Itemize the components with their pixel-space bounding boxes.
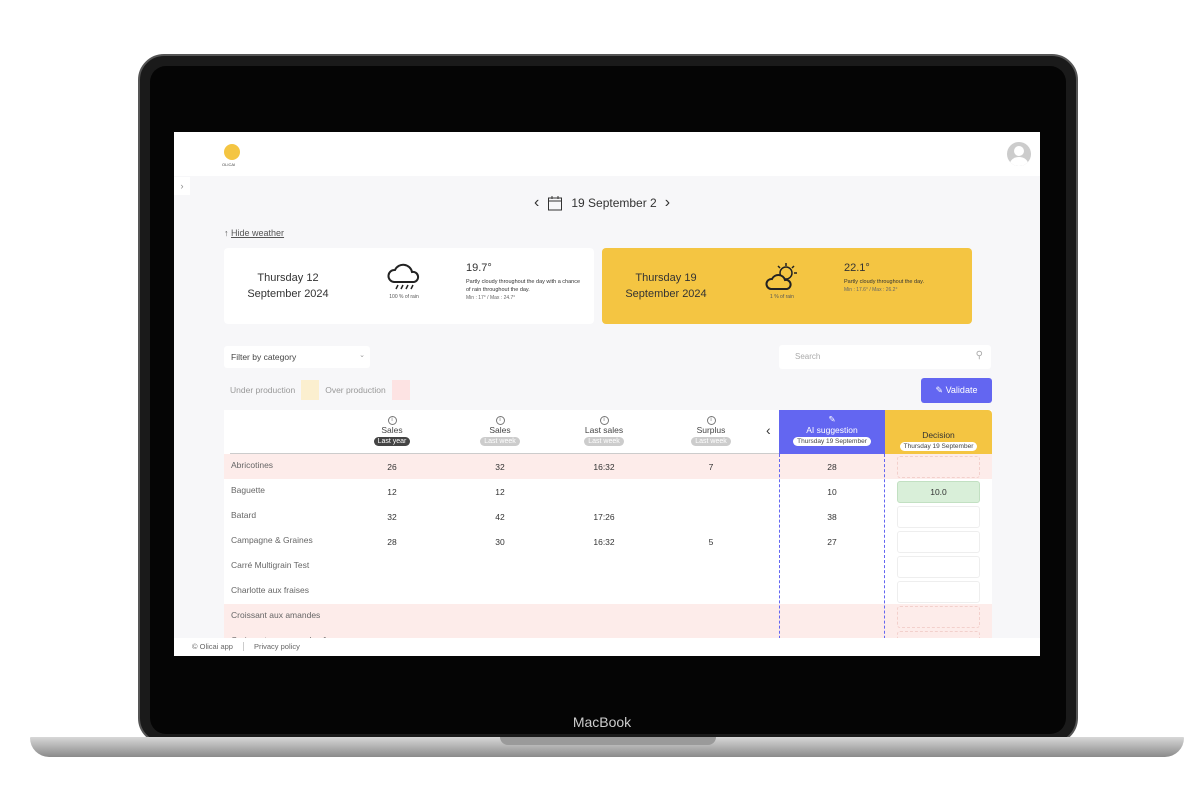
category-filter-select[interactable]: Filter by category ⌄ xyxy=(224,346,370,368)
privacy-policy-link[interactable]: Privacy policy xyxy=(242,642,300,651)
cell-value: 32 xyxy=(387,512,397,522)
decision-header: Decision Thursday 19 September xyxy=(885,410,992,454)
current-date[interactable]: 19 September 2 xyxy=(571,196,656,210)
date-navigator: ‹ 19 September 2 › xyxy=(534,194,670,212)
period-badge: Last week xyxy=(480,437,520,446)
footer: © Olicai app Privacy policy xyxy=(174,638,1040,656)
product-name: Baguette xyxy=(231,485,266,495)
copyright: © Olicai app xyxy=(192,642,233,651)
logo-icon[interactable] xyxy=(224,144,240,160)
decision-input[interactable] xyxy=(897,581,980,603)
period-badge: Last week xyxy=(691,437,731,446)
sidebar-expand-button[interactable]: › xyxy=(174,177,190,195)
decision-input[interactable] xyxy=(897,531,980,553)
partly-cloudy-icon xyxy=(765,263,797,290)
production-legend: Under production Over production xyxy=(230,380,410,400)
period-badge: Last year xyxy=(373,437,411,446)
info-icon[interactable]: i xyxy=(495,416,505,425)
cell-value: 7 xyxy=(708,462,714,472)
cell-value: 42 xyxy=(495,512,505,522)
rain-cloud-icon xyxy=(387,263,420,290)
product-name: Batard xyxy=(231,510,257,520)
info-icon[interactable]: i xyxy=(387,416,397,425)
pencil-icon: ✎ xyxy=(935,385,944,395)
info-icon[interactable]: i xyxy=(706,416,716,425)
cell-value: 16:32 xyxy=(593,537,615,547)
cell-value: 30 xyxy=(495,537,505,547)
top-bar: OLICAI xyxy=(174,132,1040,176)
cell-value: 16:32 xyxy=(593,462,615,472)
decision-input[interactable] xyxy=(897,556,980,578)
ai-suggestion-header: ✎ AI suggestion Thursday 19 September xyxy=(779,410,885,454)
cell-value: 17:26 xyxy=(593,512,615,522)
under-production-swatch xyxy=(301,380,320,400)
next-date-button[interactable]: › xyxy=(665,194,670,212)
decision-input[interactable] xyxy=(897,506,980,528)
laptop-notch xyxy=(500,737,716,745)
over-production-swatch xyxy=(391,380,410,400)
laptop-brand: MacBook xyxy=(572,714,632,730)
decision-input[interactable] xyxy=(897,456,980,478)
info-icon[interactable]: i xyxy=(599,416,609,425)
weather-card-selected: Thursday 19 September 2024 1 % of rain 22… xyxy=(602,248,972,324)
hide-weather-link[interactable]: ↑ Hide weather xyxy=(224,228,284,238)
app-screen: OLICAI › ‹ 19 September 2 › ↑ Hide weath… xyxy=(174,132,1040,656)
cell-value: 12 xyxy=(495,487,505,497)
ai-suggestion-column xyxy=(779,454,885,656)
calendar-icon[interactable] xyxy=(547,195,563,211)
arrow-up-icon: ↑ xyxy=(224,228,229,238)
product-name: Campagne & Graines xyxy=(231,535,313,545)
product-name: Croissant aux amandes xyxy=(231,610,321,620)
search-input[interactable]: Search ⚲ xyxy=(779,345,991,369)
product-name: Abricotines xyxy=(231,460,274,470)
cell-value: 26 xyxy=(387,462,397,472)
column-header: i Last sales Last week xyxy=(584,416,624,446)
column-header: i Surplus Last week xyxy=(671,416,751,446)
decision-input[interactable] xyxy=(897,606,980,628)
cell-value: 32 xyxy=(495,462,505,472)
collapse-columns-button[interactable]: ‹ xyxy=(766,422,771,438)
product-name: Charlotte aux fraises xyxy=(231,585,309,595)
pencil-icon: ✎ xyxy=(828,414,836,424)
cell-value: 12 xyxy=(387,487,397,497)
decision-input[interactable]: 10.0 xyxy=(897,481,980,503)
column-header: i Sales Last week xyxy=(460,416,540,446)
prev-date-button[interactable]: ‹ xyxy=(534,194,539,212)
search-icon: ⚲ xyxy=(975,350,983,361)
cell-value: 28 xyxy=(387,537,397,547)
column-header: i Sales Last year xyxy=(352,416,432,446)
logo-text: OLICAI xyxy=(222,162,236,167)
period-badge: Last week xyxy=(584,437,624,446)
validate-button[interactable]: ✎ Validate xyxy=(921,378,992,403)
avatar[interactable] xyxy=(1007,142,1031,166)
product-name: Carré Multigrain Test xyxy=(231,560,310,570)
weather-card-last-week: Thursday 12 September 2024 100 % of rain … xyxy=(224,248,594,324)
chevron-down-icon: ⌄ xyxy=(359,352,365,359)
production-table: i Sales Last year i Sales Last week i Last sale… xyxy=(224,410,992,656)
cell-value: 5 xyxy=(708,537,714,547)
